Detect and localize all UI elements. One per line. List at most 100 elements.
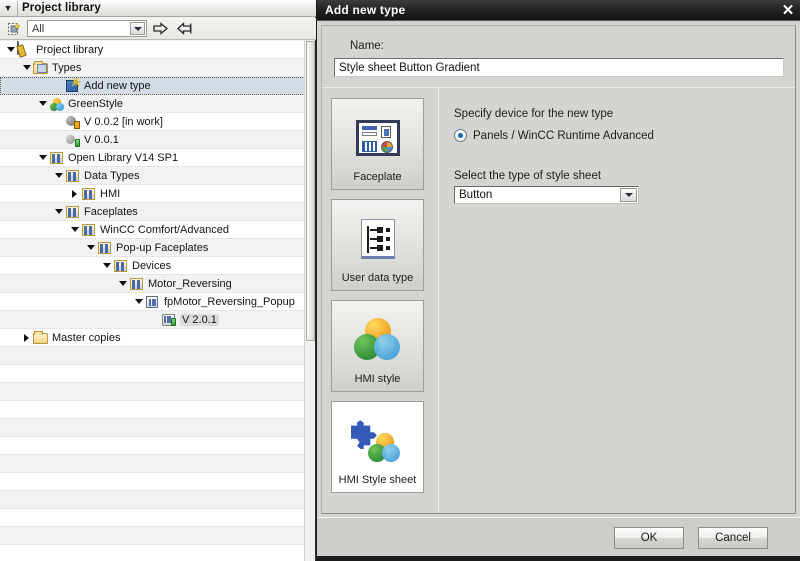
tree-empty-row — [0, 347, 305, 365]
tree-item-faceplates[interactable]: Faceplates — [0, 203, 305, 221]
twisty-expanded-icon[interactable] — [68, 221, 81, 239]
tree-item-label: Faceplates — [84, 205, 138, 218]
tree-item-label: Motor_Reversing — [148, 277, 232, 290]
twisty-expanded-icon[interactable] — [52, 167, 65, 185]
twisty-expanded-icon[interactable] — [100, 257, 113, 275]
tree-item-project-library[interactable]: Project library — [0, 41, 305, 59]
tile-label: HMI style — [354, 373, 401, 385]
tree-item-label: Data Types — [84, 169, 140, 182]
twisty-expanded-icon[interactable] — [116, 275, 129, 293]
hmi-style-icon — [49, 96, 65, 112]
device-radio-row[interactable]: Panels / WinCC Runtime Advanced — [454, 129, 784, 142]
new-library-icon[interactable] — [4, 20, 23, 38]
twisty-expanded-icon[interactable] — [20, 59, 33, 77]
twisty-expanded-icon[interactable] — [84, 239, 97, 257]
tree-item-open-library-v14-sp1[interactable]: Open Library V14 SP1 — [0, 149, 305, 167]
tree-item-v-0-0-2-in-work[interactable]: V 0.0.2 [in work] — [0, 113, 305, 131]
stylesheet-type-combo[interactable]: Button — [454, 186, 639, 204]
arrow-right-icon[interactable] — [151, 20, 170, 38]
name-input[interactable] — [334, 58, 784, 77]
type-tile-faceplate[interactable]: Faceplate — [331, 98, 424, 190]
version-inwork-icon — [65, 114, 81, 130]
library-tree[interactable]: Project library Types Add new type GreenSty… — [0, 41, 305, 561]
library-icon — [17, 41, 33, 58]
tree-empty-row — [0, 401, 305, 419]
tree-item-data-types[interactable]: Data Types — [0, 167, 305, 185]
screen-root: ▼ Project library All Project library Ty… — [0, 0, 800, 561]
twisty-expanded-icon[interactable] — [36, 95, 49, 113]
ok-button[interactable]: OK — [614, 527, 684, 549]
section-divider-vertical — [438, 88, 439, 513]
tree-item-label: V 2.0.1 — [180, 313, 219, 326]
twisty-expanded-icon[interactable] — [132, 293, 145, 311]
twisty-expanded-icon[interactable] — [4, 41, 17, 59]
faceplate-art-icon — [355, 120, 400, 156]
tree-item-label: WinCC Comfort/Advanced — [100, 223, 229, 236]
tile-art — [332, 311, 423, 369]
type-folder-icon — [81, 222, 97, 238]
tree-item-wincc-comfort-advanced[interactable]: WinCC Comfort/Advanced — [0, 221, 305, 239]
chevron-down-icon[interactable]: ▼ — [0, 0, 16, 16]
chevron-down-icon[interactable] — [620, 188, 637, 202]
twisty-collapsed-icon[interactable] — [68, 185, 81, 203]
tile-art — [332, 210, 423, 268]
tree-item-label: Add new type — [84, 79, 151, 92]
device-heading: Specify device for the new type — [454, 108, 614, 120]
version-released-icon — [65, 132, 81, 148]
type-folder-icon — [49, 150, 65, 166]
type-tile-hmi-style[interactable]: HMI style — [331, 300, 424, 392]
library-title-bar: ▼ Project library — [0, 0, 316, 17]
scrollbar-thumb[interactable] — [306, 41, 315, 341]
folder-types-icon — [33, 60, 49, 76]
twisty-collapsed-icon[interactable] — [20, 329, 33, 347]
title-divider — [17, 0, 18, 16]
device-radio-label: Panels / WinCC Runtime Advanced — [473, 129, 654, 142]
type-folder-icon — [129, 276, 145, 292]
type-folder-icon — [113, 258, 129, 274]
tree-item-v-0-0-1[interactable]: V 0.0.1 — [0, 131, 305, 149]
tile-label: User data type — [341, 272, 414, 284]
chevron-down-icon[interactable] — [130, 22, 145, 35]
library-toolbar: All — [0, 18, 316, 40]
twisty-expanded-icon[interactable] — [52, 203, 65, 221]
type-folder-icon — [65, 168, 81, 184]
tree-empty-row — [0, 365, 305, 383]
tree-item-pop-up-faceplates[interactable]: Pop-up Faceplates — [0, 239, 305, 257]
tree-item-fpmotor-reversing-popup[interactable]: fpMotor_Reversing_Popup — [0, 293, 305, 311]
twisty-expanded-icon[interactable] — [36, 149, 49, 167]
type-tile-user-data-type[interactable]: User data type — [331, 199, 424, 291]
tree-item-label: HMI — [100, 187, 121, 200]
tree-item-label: V 0.0.1 — [84, 133, 119, 146]
faceplate-version-icon — [161, 312, 177, 328]
library-filter-combo[interactable]: All — [27, 20, 147, 37]
tile-label: Faceplate — [353, 171, 402, 183]
tree-empty-row — [0, 437, 305, 455]
library-vertical-scrollbar[interactable] — [304, 41, 315, 561]
tree-item-master-copies[interactable]: Master copies — [0, 329, 305, 347]
tree-item-motor-reversing[interactable]: Motor_Reversing — [0, 275, 305, 293]
tree-item-hmi[interactable]: HMI — [0, 185, 305, 203]
tree-item-types[interactable]: Types — [0, 59, 305, 77]
dialog-content-frame: Name: Faceplate User data type HMI style HM… — [321, 25, 796, 514]
user-data-type-art-icon — [360, 219, 395, 259]
tree-item-label: Devices — [132, 259, 172, 272]
arrow-left-icon[interactable] — [174, 20, 193, 38]
add-new-type-dialog: Add new type ✕ Name: Faceplate User data … — [316, 0, 800, 561]
tree-item-label: Project library — [36, 43, 104, 56]
close-icon[interactable]: ✕ — [776, 0, 800, 20]
device-radio[interactable] — [454, 129, 467, 142]
cancel-button[interactable]: Cancel — [698, 527, 768, 549]
type-folder-icon — [81, 186, 97, 202]
tree-empty-row — [0, 455, 305, 473]
tree-item-label: GreenStyle — [68, 97, 124, 110]
library-filter-value: All — [32, 22, 45, 35]
type-tile-hmi-style-sheet[interactable]: HMI Style sheet — [331, 401, 424, 493]
add-new-type-icon — [65, 77, 81, 94]
stylesheet-heading: Select the type of style sheet — [454, 170, 602, 182]
tree-item-add-new-type[interactable]: Add new type — [0, 77, 305, 95]
tree-item-greenstyle[interactable]: GreenStyle — [0, 95, 305, 113]
tree-item-devices[interactable]: Devices — [0, 257, 305, 275]
hmi-style-art-icon — [353, 318, 402, 362]
tree-item-v-2-0-1[interactable]: V 2.0.1 — [0, 311, 305, 329]
